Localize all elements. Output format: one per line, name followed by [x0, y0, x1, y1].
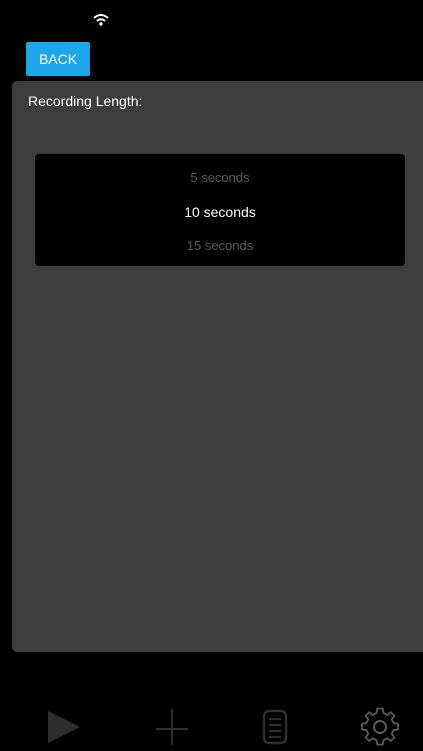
picker-option-next[interactable]: 15 seconds	[35, 234, 405, 258]
recording-length-label: Recording Length:	[28, 93, 143, 109]
tab-play[interactable]	[34, 705, 94, 749]
back-button[interactable]: BACK	[26, 42, 90, 76]
picker-option-previous[interactable]: 5 seconds	[35, 166, 405, 190]
tab-settings[interactable]	[350, 705, 410, 749]
tab-crosshair[interactable]	[142, 705, 202, 749]
status-bar	[0, 0, 423, 34]
gear-icon	[361, 707, 399, 746]
list-icon	[262, 709, 288, 745]
settings-panel: Recording Length: 5 seconds 10 seconds 1…	[12, 81, 423, 652]
crosshair-icon	[156, 709, 188, 745]
tab-list[interactable]	[245, 705, 305, 749]
wifi-icon	[93, 14, 109, 26]
recording-length-picker[interactable]: 5 seconds 10 seconds 15 seconds	[35, 154, 405, 266]
play-icon	[48, 711, 80, 743]
tab-bar	[0, 697, 423, 751]
picker-option-selected[interactable]: 10 seconds	[35, 200, 405, 224]
